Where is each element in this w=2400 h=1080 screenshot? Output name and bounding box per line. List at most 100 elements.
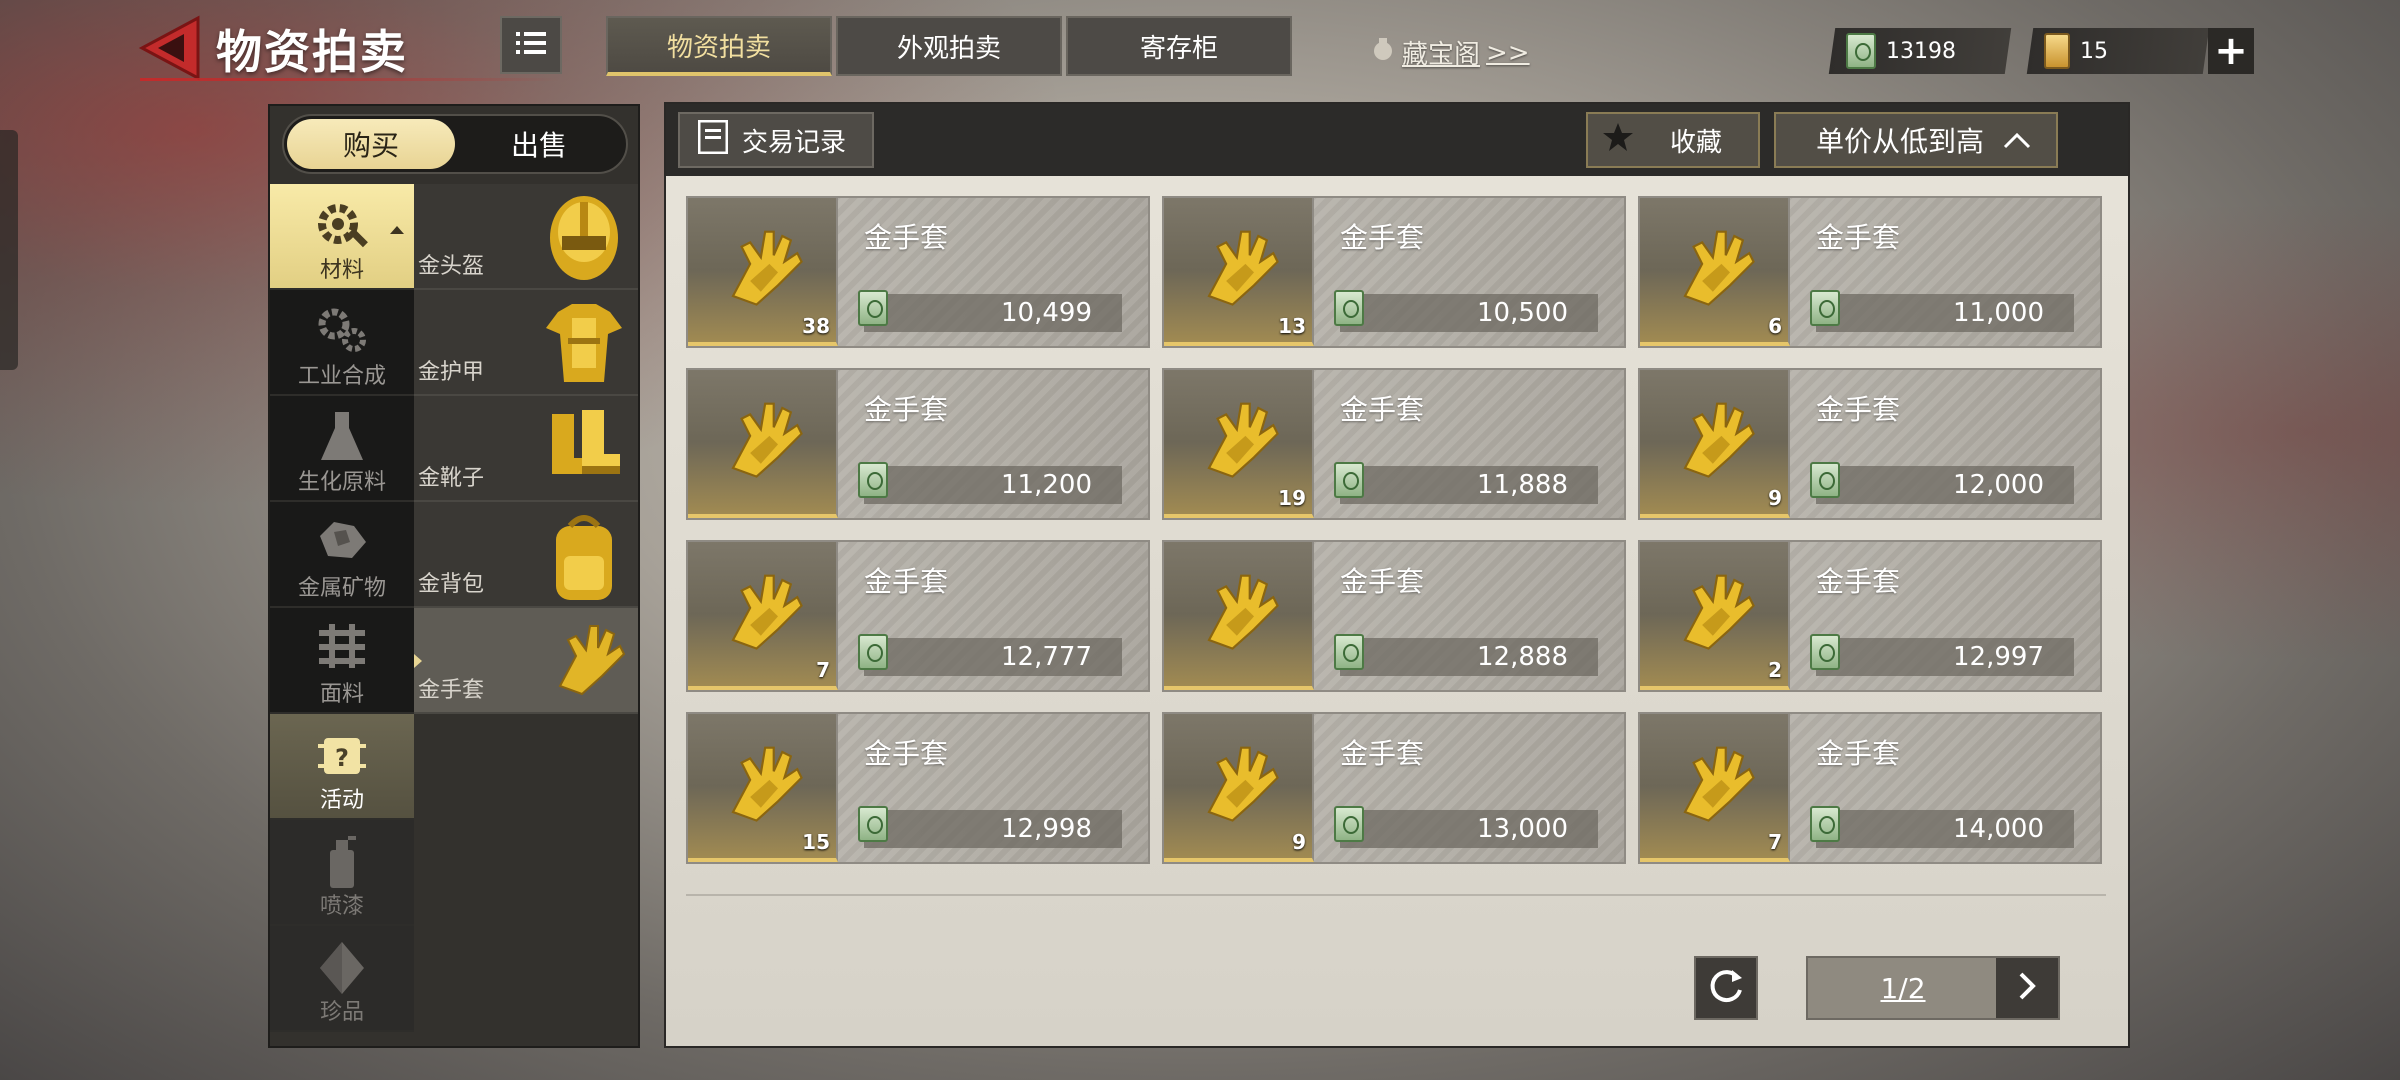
item-price: 11,888 <box>1477 470 1568 500</box>
collapse-arrow-icon <box>390 226 404 234</box>
cash-value: 13198 <box>1886 38 1956 64</box>
favorite-label: 收藏 <box>1670 127 1723 158</box>
category-label: 生化原料 <box>297 470 386 495</box>
refresh-button[interactable] <box>1694 956 1758 1020</box>
item-quantity: 9 <box>1292 830 1306 854</box>
cash-icon <box>858 634 888 670</box>
item-quantity: 15 <box>802 830 830 854</box>
cash-icon <box>1334 462 1364 498</box>
pagination: 1/2 <box>1806 956 2060 1020</box>
treasure-link-label: 藏宝阁 <box>1402 40 1481 70</box>
page-title: 物资拍卖 <box>216 25 408 79</box>
category-spray[interactable]: 喷漆 <box>270 820 414 926</box>
cash-icon <box>858 290 888 326</box>
sort-price-button[interactable]: 单价从低到高 <box>1774 112 2058 168</box>
category-event[interactable]: ? 活动 <box>270 714 414 820</box>
subcategory-gold-backpack[interactable]: 金背包 <box>414 502 638 608</box>
gold-glove-icon <box>1670 388 1760 492</box>
listing-card[interactable]: 38 金手套 10,499 <box>686 196 1150 348</box>
menu-button[interactable] <box>500 16 562 74</box>
sell-toggle[interactable]: 出售 <box>455 119 623 169</box>
item-quantity: 2 <box>1768 658 1782 682</box>
ticket-value: 15 <box>2080 38 2108 64</box>
category-label: 金属矿物 <box>297 576 386 601</box>
price-bar: 12,888 <box>1334 634 1598 676</box>
tab-appearance-auction[interactable]: 外观拍卖 <box>836 16 1062 76</box>
event-chip-icon: ? <box>314 728 370 788</box>
buy-sell-toggle: 购买 出售 <box>282 114 628 174</box>
price-bar: 12,777 <box>858 634 1122 676</box>
listing-card[interactable]: 7 金手套 12,777 <box>686 540 1150 692</box>
tab-storage-locker[interactable]: 寄存柜 <box>1066 16 1292 76</box>
listing-card[interactable]: 15 金手套 12,998 <box>686 712 1150 864</box>
price-bar: 13,000 <box>1334 806 1598 848</box>
favorite-button[interactable]: 收藏 <box>1586 112 1760 168</box>
category-materials[interactable]: 材料 <box>270 184 414 290</box>
sort-label: 单价从低到高 <box>1816 125 1985 158</box>
price-bar: 14,000 <box>1810 806 2074 848</box>
subcategory-label: 金护甲 <box>418 360 485 385</box>
price-bar: 11,000 <box>1810 290 2074 332</box>
side-drawer-handle[interactable] <box>0 130 18 370</box>
refresh-icon <box>1706 966 1746 1010</box>
subcategory-gold-helmet[interactable]: 金头盔 <box>414 184 638 290</box>
gold-glove-icon <box>1194 560 1284 664</box>
item-price: 12,888 <box>1477 642 1568 672</box>
item-thumbnail: 7 <box>688 542 838 690</box>
listing-card[interactable]: 13 金手套 10,500 <box>1162 196 1626 348</box>
cash-icon <box>858 806 888 842</box>
item-price: 12,777 <box>1001 642 1092 672</box>
listing-card[interactable]: 7 金手套 14,000 <box>1638 712 2102 864</box>
back-arrow-icon[interactable] <box>138 14 202 82</box>
item-thumbnail: 38 <box>688 198 838 346</box>
buy-toggle[interactable]: 购买 <box>287 119 455 169</box>
gold-helmet-icon <box>542 192 626 288</box>
listing-card[interactable]: 2 金手套 12,997 <box>1638 540 2102 692</box>
item-price: 13,000 <box>1477 814 1568 844</box>
treasure-pavilion-link[interactable]: 藏宝阁 >> <box>1370 34 1530 71</box>
category-rare[interactable]: 珍品 <box>270 926 414 1032</box>
listing-card[interactable]: 19 金手套 11,888 <box>1162 368 1626 520</box>
item-name: 金手套 <box>1340 221 1425 254</box>
item-price: 14,000 <box>1953 814 2044 844</box>
subcategory-label: 金手套 <box>418 678 485 703</box>
gold-backpack-icon <box>542 510 626 608</box>
item-thumbnail: 9 <box>1164 714 1314 862</box>
category-label: 面料 <box>319 682 364 707</box>
svg-text:?: ? <box>335 744 349 772</box>
item-thumbnail: 7 <box>1640 714 1790 862</box>
category-label: 工业合成 <box>297 364 386 389</box>
trade-record-button[interactable]: 交易记录 <box>678 112 874 168</box>
gold-glove-icon <box>718 216 808 320</box>
item-name: 金手套 <box>1340 737 1425 770</box>
add-currency-button[interactable]: + <box>2208 28 2254 74</box>
item-price: 12,997 <box>1953 642 2044 672</box>
spray-can-icon <box>322 834 362 894</box>
listing-card[interactable]: 6 金手套 11,000 <box>1638 196 2102 348</box>
listing-card[interactable]: 金手套 11,200 <box>686 368 1150 520</box>
category-metal-ore[interactable]: 金属矿物 <box>270 502 414 608</box>
gold-glove-icon <box>546 616 630 704</box>
item-name: 金手套 <box>864 221 949 254</box>
listing-card[interactable]: 9 金手套 12,000 <box>1638 368 2102 520</box>
tab-item-auction[interactable]: 物资拍卖 <box>606 16 832 76</box>
subcategory-gold-boots[interactable]: 金靴子 <box>414 396 638 502</box>
item-thumbnail: 6 <box>1640 198 1790 346</box>
chevron-up-icon <box>2002 124 2032 157</box>
chevron-right-icon <box>2017 971 2037 1005</box>
item-name: 金手套 <box>1816 221 1901 254</box>
item-quantity: 19 <box>1278 486 1306 510</box>
listing-card[interactable]: 金手套 12,888 <box>1162 540 1626 692</box>
category-industrial[interactable]: 工业合成 <box>270 290 414 396</box>
category-fabric[interactable]: 面料 <box>270 608 414 714</box>
subcategory-gold-glove[interactable]: 金手套 <box>414 608 638 714</box>
category-biochem[interactable]: 生化原料 <box>270 396 414 502</box>
subcategory-gold-armor[interactable]: 金护甲 <box>414 290 638 396</box>
item-name: 金手套 <box>1340 565 1425 598</box>
item-quantity: 7 <box>1768 830 1782 854</box>
gold-glove-icon <box>1194 216 1284 320</box>
item-name: 金手套 <box>1340 393 1425 426</box>
next-page-button[interactable] <box>1996 958 2058 1018</box>
listing-panel: 交易记录 收藏 单价从低到高 38 金手套 10,499 13 金手套 10,5… <box>664 102 2130 1048</box>
listing-card[interactable]: 9 金手套 13,000 <box>1162 712 1626 864</box>
